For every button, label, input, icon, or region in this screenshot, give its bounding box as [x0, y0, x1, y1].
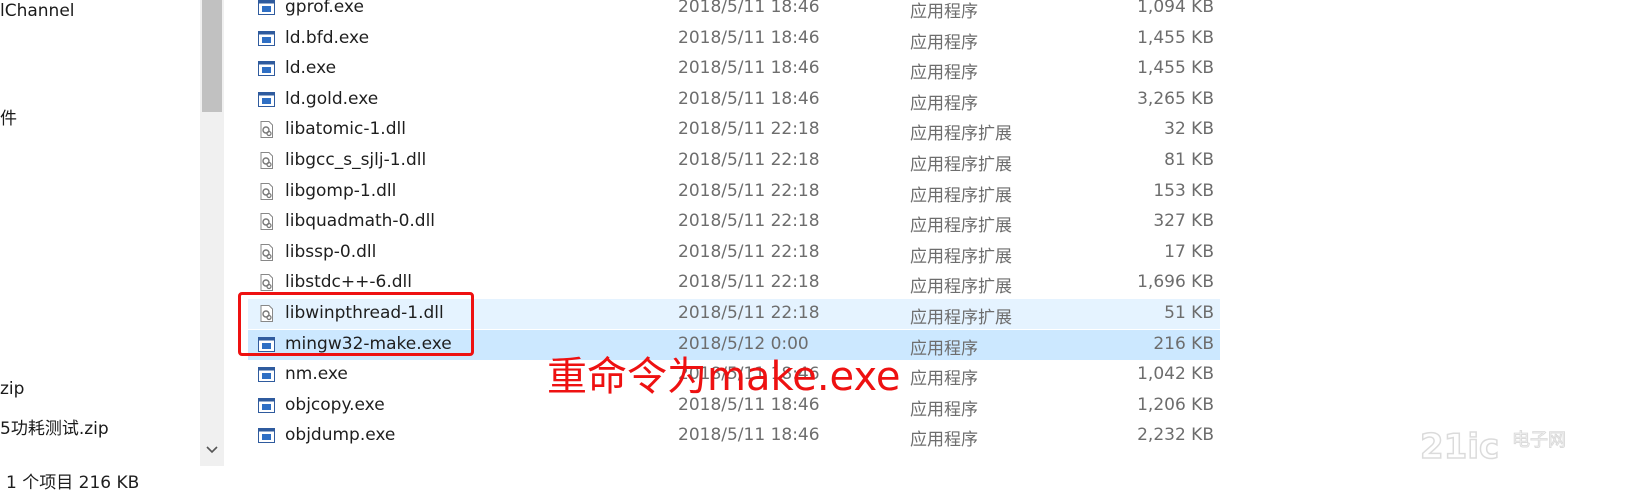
nav-item[interactable]: 5功耗测试.zip	[0, 414, 109, 439]
file-date: 2018/5/11 18:46	[678, 0, 820, 17]
exe-icon	[258, 427, 275, 444]
file-size: 51 KB	[1164, 303, 1214, 323]
file-type: 应用程序扩展	[910, 308, 1012, 328]
file-date: 2018/5/11 22:18	[678, 272, 820, 293]
exe-icon	[258, 366, 275, 383]
file-type: 应用程序扩展	[910, 277, 1012, 298]
file-name: libstdc++-6.dll	[285, 272, 412, 293]
highlight-box	[238, 292, 474, 356]
file-size: 1,206 KB	[1137, 394, 1214, 415]
file-date: 2018/5/11 22:18	[678, 180, 820, 201]
dll-icon	[258, 243, 275, 261]
nav-item[interactable]: zip	[0, 379, 24, 399]
file-type: 应用程序扩展	[910, 185, 1012, 206]
file-size: 81 KB	[1164, 150, 1214, 170]
status-bar: 1 个项目 216 KB	[0, 466, 1638, 493]
annotation-label: 重命令为make.exe	[547, 354, 901, 400]
file-row[interactable]: gprof.exe 2018/5/11 18:46 应用程序 1,094 KB	[248, 0, 1220, 23]
nav-item[interactable]: lChannel	[0, 1, 75, 21]
file-name: libssp-0.dll	[285, 241, 377, 262]
file-type: 应用程序	[910, 430, 978, 451]
file-size: 1,042 KB	[1137, 364, 1214, 385]
file-date: 2018/5/11 22:18	[678, 303, 820, 323]
exe-icon	[258, 0, 275, 16]
file-name: libatomic-1.dll	[285, 119, 406, 140]
scrollbar-thumb[interactable]	[202, 0, 222, 112]
file-type: 应用程序扩展	[910, 155, 1012, 175]
dll-icon	[258, 121, 275, 139]
file-row[interactable]: libssp-0.dll 2018/5/11 22:18 应用程序扩展 17 KB	[248, 238, 1220, 268]
file-type: 应用程序	[910, 32, 978, 53]
file-row[interactable]: libgcc_s_sjlj-1.dll 2018/5/11 22:18 应用程序扩展…	[248, 146, 1220, 176]
file-size: 216 KB	[1153, 333, 1214, 354]
file-type: 应用程序扩展	[910, 124, 1012, 145]
file-name: libgomp-1.dll	[285, 180, 397, 201]
file-row[interactable]: ld.bfd.exe 2018/5/11 18:46 应用程序 1,455 KB	[248, 24, 1220, 54]
file-row[interactable]: ld.exe 2018/5/11 18:46 应用程序 1,455 KB	[248, 54, 1220, 84]
file-row[interactable]: objdump.exe 2018/5/11 18:46 应用程序 2,232 KB	[248, 421, 1220, 451]
file-type: 应用程序	[910, 2, 978, 22]
scroll-down-button[interactable]	[200, 440, 224, 460]
file-date: 2018/5/11 22:18	[678, 150, 820, 170]
file-size: 1,455 KB	[1137, 27, 1214, 48]
file-name: ld.gold.exe	[285, 88, 379, 109]
file-row[interactable]: libatomic-1.dll 2018/5/11 22:18 应用程序扩展 32 K…	[248, 115, 1220, 145]
file-type: 应用程序	[910, 369, 978, 390]
file-name: objdump.exe	[285, 425, 396, 446]
file-type: 应用程序	[910, 338, 978, 359]
file-name: nm.exe	[285, 364, 348, 385]
file-date: 2018/5/11 18:46	[678, 425, 820, 446]
file-date: 2018/5/11 18:46	[678, 27, 820, 48]
watermark-logo: 21ic 电子网	[1420, 426, 1567, 468]
file-type: 应用程序扩展	[910, 216, 1012, 237]
file-name: gprof.exe	[285, 0, 364, 17]
file-row[interactable]: ld.gold.exe 2018/5/11 18:46 应用程序 3,265 KB	[248, 85, 1220, 115]
file-name: libquadmath-0.dll	[285, 211, 436, 232]
file-size: 1,455 KB	[1137, 58, 1214, 79]
file-type: 应用程序扩展	[910, 246, 1012, 267]
file-name: ld.bfd.exe	[285, 27, 370, 48]
svg-text:电子网: 电子网	[1512, 430, 1566, 451]
file-name: ld.exe	[285, 58, 337, 79]
file-date: 2018/5/11 18:46	[678, 58, 820, 79]
file-row[interactable]: libquadmath-0.dll 2018/5/11 22:18 应用程序扩展 32…	[248, 207, 1220, 237]
exe-icon	[258, 397, 275, 414]
file-size: 3,265 KB	[1137, 88, 1214, 109]
nav-item[interactable]: 件	[0, 104, 17, 129]
file-size: 1,696 KB	[1137, 272, 1214, 293]
nav-scrollbar[interactable]	[200, 0, 224, 466]
exe-icon	[258, 60, 275, 77]
file-date: 2018/5/11 18:46	[678, 88, 820, 109]
exe-icon	[258, 30, 275, 47]
file-date: 2018/5/11 22:18	[678, 119, 820, 140]
dll-icon	[258, 182, 275, 200]
chevron-down-icon	[206, 446, 218, 454]
file-row[interactable]: libgomp-1.dll 2018/5/11 22:18 应用程序扩展 153 KB	[248, 177, 1220, 207]
file-size: 17 KB	[1164, 241, 1214, 262]
file-size: 327 KB	[1153, 211, 1214, 232]
file-size: 153 KB	[1153, 180, 1214, 201]
file-type: 应用程序	[910, 63, 978, 84]
file-type: 应用程序	[910, 399, 978, 420]
file-size: 32 KB	[1164, 119, 1214, 140]
dll-icon	[258, 152, 275, 169]
file-date: 2018/5/11 22:18	[678, 241, 820, 262]
file-name: objcopy.exe	[285, 394, 385, 415]
exe-icon	[258, 91, 275, 108]
dll-icon	[258, 274, 275, 292]
file-name: libgcc_s_sjlj-1.dll	[285, 150, 427, 170]
navigation-pane: lChannel 件 zip 5功耗测试.zip	[0, 0, 200, 491]
file-type: 应用程序	[910, 93, 978, 114]
file-date: 2018/5/11 22:18	[678, 211, 820, 232]
dll-icon	[258, 213, 275, 231]
file-size: 1,094 KB	[1137, 0, 1214, 17]
file-size: 2,232 KB	[1137, 425, 1214, 446]
svg-text:21ic: 21ic	[1420, 427, 1499, 467]
status-text: 1 个项目 216 KB	[6, 473, 140, 493]
